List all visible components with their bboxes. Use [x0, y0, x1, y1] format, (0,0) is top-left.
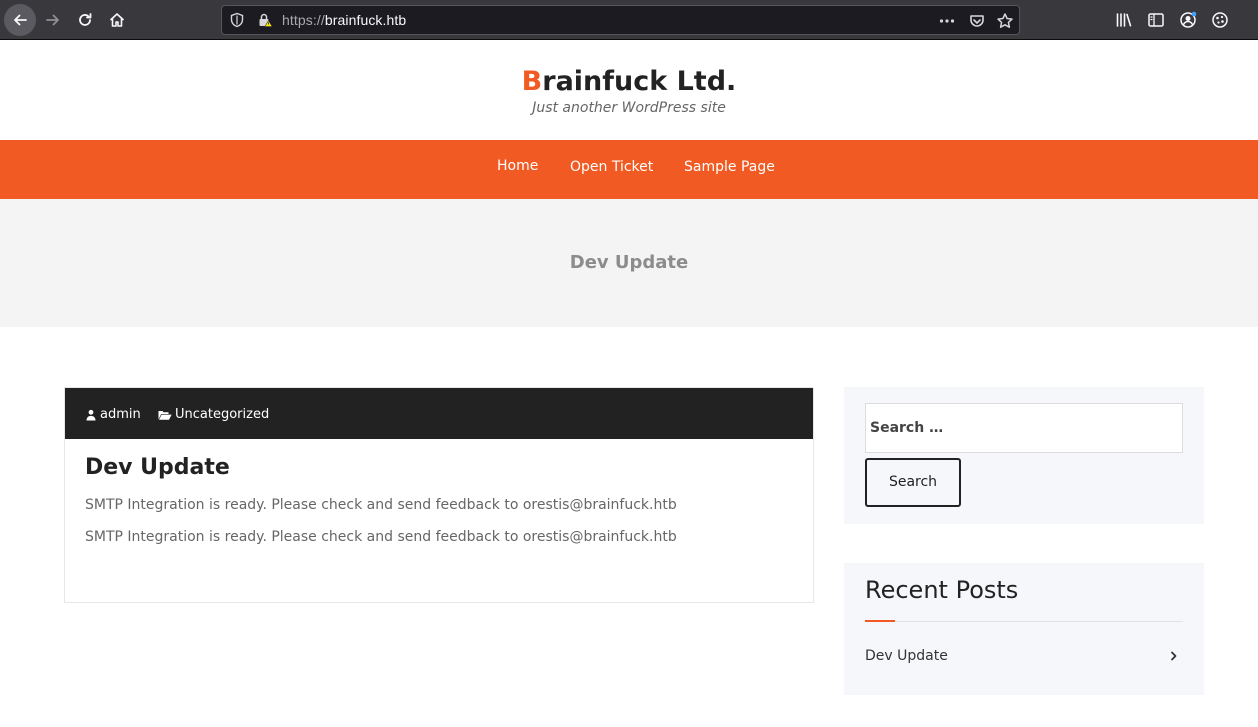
search-input[interactable]: Search … — [865, 403, 1183, 453]
post-title[interactable]: Dev Update — [85, 455, 230, 480]
divider — [865, 621, 1183, 622]
nav-item-sample-page[interactable]: Sample Page — [684, 159, 775, 175]
tracking-shield-icon[interactable] — [229, 12, 245, 28]
extension-icon[interactable] — [1211, 11, 1229, 29]
main-navigation: Home Open Ticket Sample Page — [0, 140, 1258, 199]
browser-toolbar: https://brainfuck.htb — [0, 0, 1258, 40]
site-title-rest: rainfuck Ltd. — [542, 66, 737, 97]
insecure-lock-icon[interactable] — [257, 12, 273, 28]
forward-button[interactable] — [37, 4, 69, 36]
post-author-name: admin — [100, 407, 141, 422]
url-scheme: https:// — [282, 12, 325, 28]
post-paragraph: SMTP Integration is ready. Please check … — [85, 497, 677, 513]
user-icon — [86, 409, 96, 420]
site-tagline: Just another WordPress site — [532, 100, 726, 116]
more-dots-icon — [939, 19, 955, 23]
back-button[interactable] — [4, 4, 36, 36]
chevron-right-icon[interactable] — [1169, 651, 1179, 661]
url-host: brainfuck.htb — [324, 12, 407, 28]
pocket-icon — [970, 15, 984, 27]
page-title: Dev Update — [569, 252, 689, 273]
search-button[interactable]: Search — [865, 458, 961, 507]
post-card: admin Uncategorized Dev Update SMTP Inte… — [64, 387, 814, 603]
post-category[interactable]: Uncategorized — [158, 407, 269, 422]
page-actions-button[interactable] — [938, 12, 956, 30]
back-icon — [14, 14, 27, 26]
search-widget: Search … Search — [844, 387, 1204, 524]
reload-icon — [79, 13, 92, 26]
nav-item-home[interactable]: Home — [497, 158, 538, 174]
url-text[interactable]: https://brainfuck.htb — [282, 12, 406, 28]
address-bar[interactable]: https://brainfuck.htb — [221, 5, 1020, 35]
recent-posts-widget: Recent Posts Dev Update — [844, 563, 1204, 695]
recent-posts-heading: Recent Posts — [865, 576, 1019, 604]
forward-icon — [46, 14, 59, 26]
sidebar-icon[interactable] — [1147, 11, 1165, 29]
post-paragraph: SMTP Integration is ready. Please check … — [85, 529, 677, 545]
nav-item-open-ticket[interactable]: Open Ticket — [570, 159, 653, 175]
home-button[interactable] — [101, 4, 133, 36]
account-icon[interactable] — [1179, 11, 1197, 29]
pocket-button[interactable] — [968, 12, 986, 30]
site-title[interactable]: Brainfuck Ltd. — [0, 66, 1258, 97]
page-banner: Dev Update — [0, 199, 1258, 327]
reload-button[interactable] — [69, 4, 101, 36]
bookmark-button[interactable] — [996, 12, 1014, 30]
library-icon[interactable] — [1115, 11, 1133, 29]
bookmark-star-icon — [997, 13, 1013, 28]
heading-accent-bar — [865, 620, 895, 622]
post-category-name: Uncategorized — [175, 407, 270, 422]
site-header: Brainfuck Ltd. Just another WordPress si… — [0, 41, 1258, 140]
recent-post-link[interactable]: Dev Update — [865, 648, 948, 664]
post-author[interactable]: admin — [85, 407, 141, 422]
site-title-initial: B — [521, 66, 543, 97]
home-icon — [109, 13, 125, 27]
folder-open-icon — [158, 410, 172, 420]
post-meta-bar: admin Uncategorized — [65, 388, 813, 439]
